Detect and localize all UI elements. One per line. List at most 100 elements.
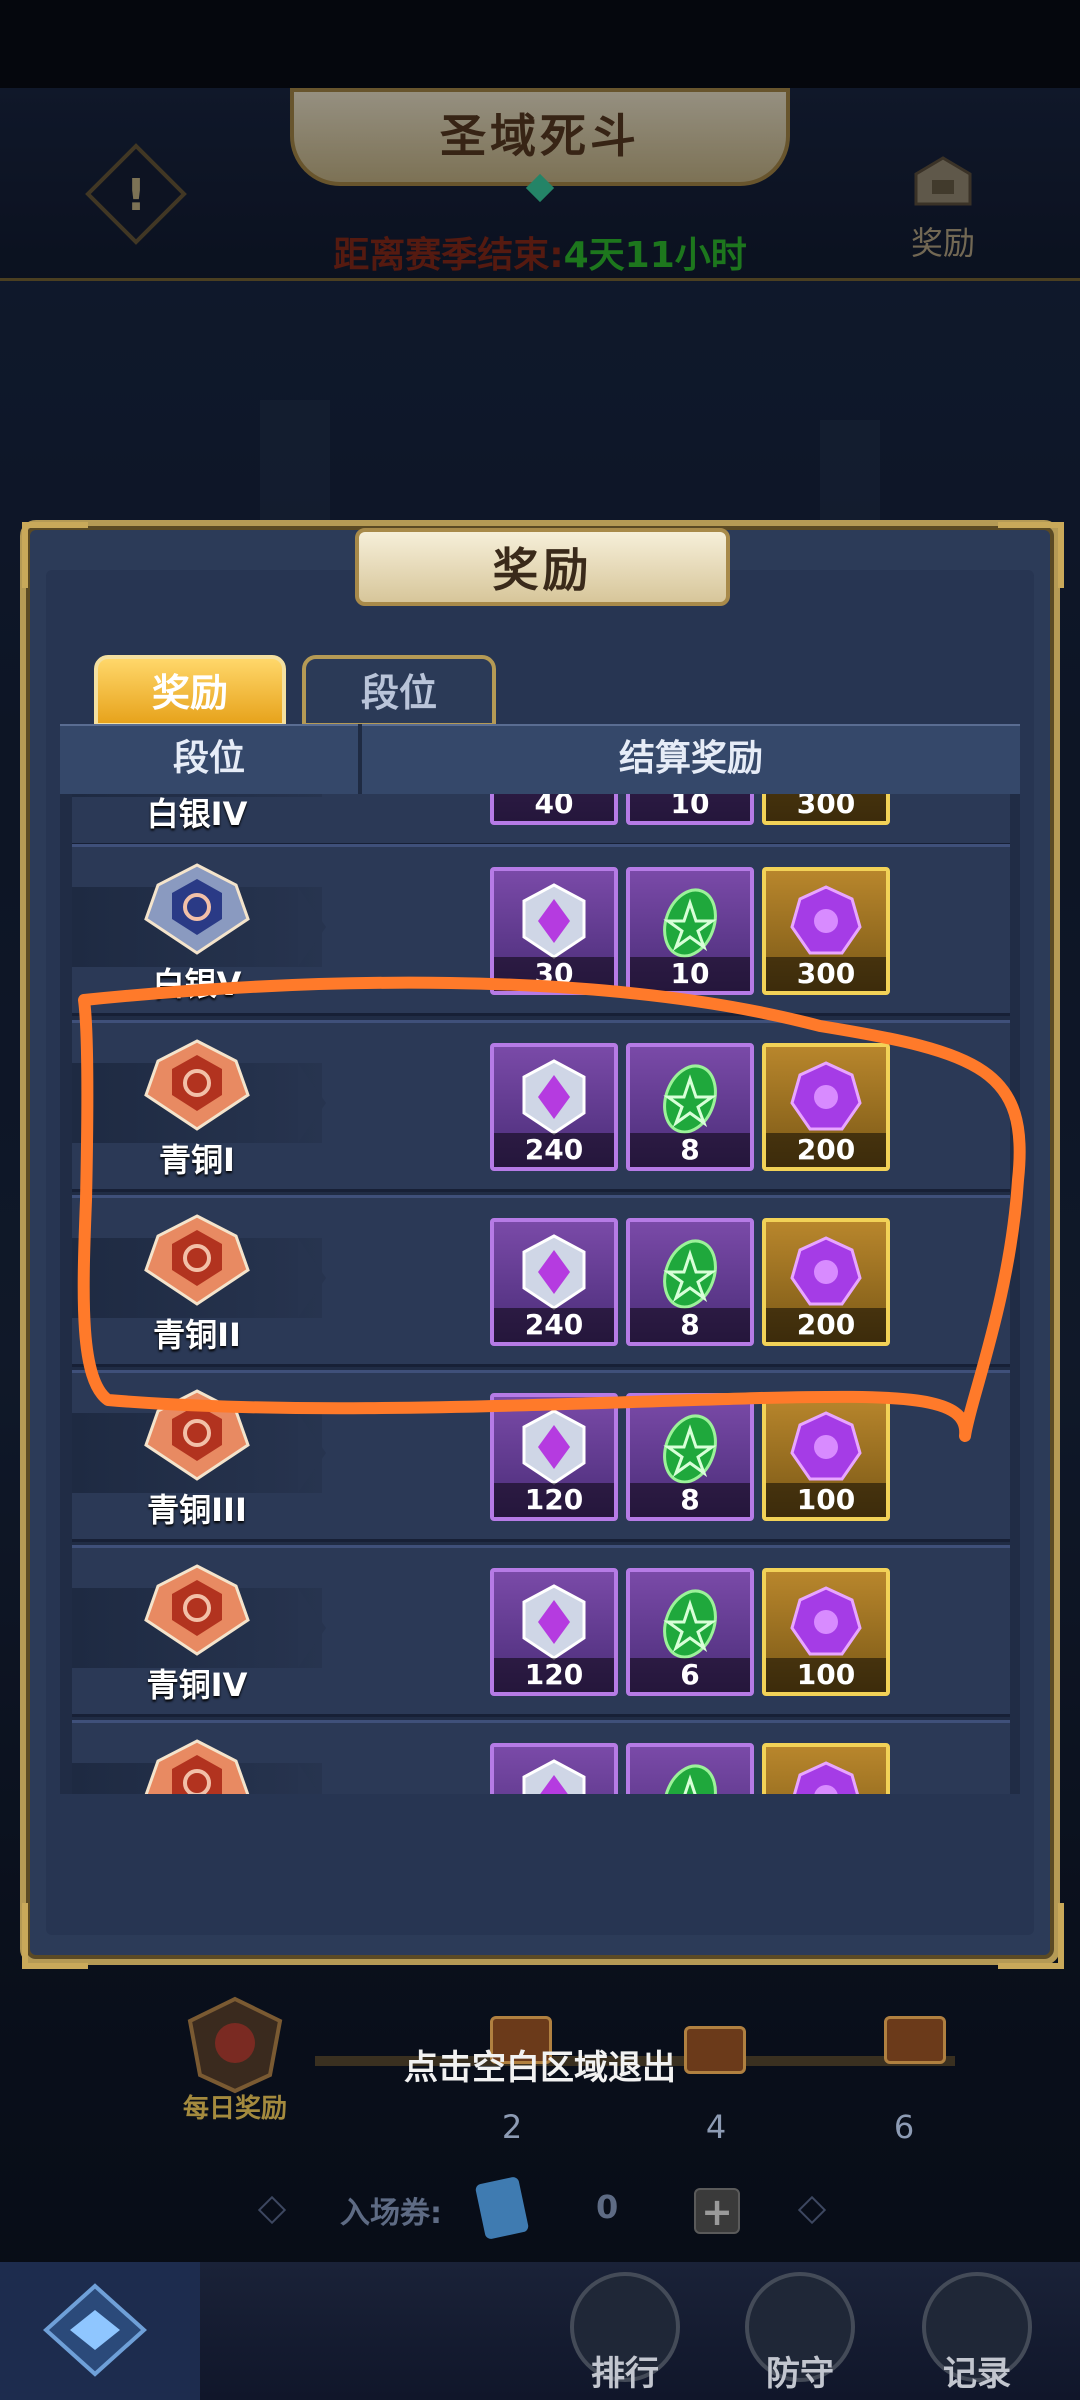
reward-item[interactable]: 8: [626, 1393, 754, 1521]
crest-crystal-icon: [522, 1234, 586, 1310]
milestone-count: 2: [501, 2108, 523, 2146]
corner-ornament: [998, 522, 1064, 588]
milestone-count: 6: [893, 2108, 915, 2146]
reward-item[interactable]: 8: [626, 1043, 754, 1171]
reward-item[interactable]: 6: [626, 1568, 754, 1696]
purple-gem-icon: [793, 1761, 859, 1794]
reward-item[interactable]: 300: [762, 867, 890, 995]
rank-badge-icon: [144, 1214, 250, 1306]
reward-quantity: 240: [494, 1133, 614, 1167]
nav-records-label[interactable]: 记录: [917, 2346, 1037, 2395]
tab-rewards[interactable]: 奖励: [94, 655, 286, 727]
reward-quantity: 200: [766, 1133, 886, 1167]
reward-item[interactable]: [626, 1743, 754, 1794]
ticket-count: 0: [596, 2188, 619, 2226]
exit-hint: 点击空白区域退出: [404, 2048, 676, 2088]
reward-quantity: 100: [766, 1658, 886, 1692]
reward-item[interactable]: 40: [490, 794, 618, 825]
reward-item[interactable]: 30: [490, 867, 618, 995]
reward-quantity: 40: [494, 794, 614, 821]
modal-title: 奖励: [492, 543, 593, 597]
milestone-count: 4: [705, 2108, 727, 2146]
reward-quantity: 10: [630, 794, 750, 821]
reward-quantity: 8: [630, 1308, 750, 1342]
purple-gem-icon: [790, 1061, 862, 1131]
green-rune-icon: [663, 1414, 717, 1484]
green-rune-icon: [663, 1064, 717, 1134]
nav-ranking-label[interactable]: 排行: [565, 2346, 685, 2395]
green-rune-icon: [663, 888, 717, 958]
rank-plate-arrow: [298, 887, 326, 967]
reward-quantity: 120: [494, 1658, 614, 1692]
table-row: 青铜III 120 8 100: [72, 1370, 1010, 1542]
rank-name: 青铜IV: [146, 1666, 248, 1704]
nav-defense-label[interactable]: 防守: [740, 2346, 860, 2395]
reward-quantity: 8: [630, 1133, 750, 1167]
crest-crystal-icon: [522, 1759, 586, 1794]
corner-ornament: [22, 522, 88, 588]
reward-quantity: 30: [494, 957, 614, 991]
crest-crystal-icon: [522, 1059, 586, 1135]
green-rune-icon: [663, 1589, 717, 1659]
reward-item[interactable]: 120: [490, 1568, 618, 1696]
table-row: 青铜IV 120 6 100: [72, 1545, 1010, 1717]
reward-quantity: 10: [630, 957, 750, 991]
reward-item[interactable]: 100: [762, 1393, 890, 1521]
ticket-label: 入场券:: [340, 2196, 442, 2231]
reward-item[interactable]: [490, 1743, 618, 1794]
reward-item[interactable]: 10: [626, 794, 754, 825]
rank-plate-arrow: [298, 1413, 326, 1493]
rank-name: 青铜I: [159, 1141, 235, 1179]
rank-badge-icon: [144, 1389, 250, 1481]
crest-crystal-icon: [522, 1409, 586, 1485]
corner-ornament: [22, 1903, 88, 1969]
reward-quantity: 200: [766, 1308, 886, 1342]
rank-name: 白银IV: [146, 795, 248, 833]
purple-gem-icon: [790, 1411, 862, 1481]
purple-gem-icon: [790, 1586, 862, 1656]
tab-rank[interactable]: 段位: [302, 655, 496, 727]
reward-item[interactable]: 120: [490, 1393, 618, 1521]
add-ticket-button[interactable]: +: [694, 2188, 740, 2234]
rank-badge-icon: [144, 863, 250, 955]
reward-item[interactable]: 240: [490, 1218, 618, 1346]
daily-reward-label[interactable]: 每日奖励: [160, 2088, 310, 2125]
rank-plate-arrow: [298, 1063, 326, 1143]
green-rune-icon: [663, 1239, 717, 1309]
table-row: 白银V 30 10 300: [72, 844, 1010, 1016]
reward-quantity: 8: [630, 1483, 750, 1517]
purple-gem-icon: [790, 885, 862, 955]
reward-quantity: 100: [766, 1483, 886, 1517]
rank-plate-arrow: [298, 1588, 326, 1668]
reward-item[interactable]: 240: [490, 1043, 618, 1171]
rank-badge-icon: [144, 1039, 250, 1131]
reward-item[interactable]: 10: [626, 867, 754, 995]
reward-quantity: 300: [766, 957, 886, 991]
diamond-emblem-icon[interactable]: [40, 2280, 150, 2380]
column-header-rewards: 结算奖励: [618, 738, 763, 779]
reward-quantity: 120: [494, 1483, 614, 1517]
crest-crystal-icon: [522, 1584, 586, 1660]
table-row: 青铜I 240 8 200: [72, 1020, 1010, 1192]
column-header-rank: 段位: [172, 738, 245, 779]
reward-item[interactable]: 200: [762, 1218, 890, 1346]
rank-plate-arrow: [298, 1763, 326, 1794]
rank-name: 青铜III: [147, 1491, 247, 1529]
reward-item[interactable]: 300: [762, 794, 890, 825]
reward-item[interactable]: 8: [626, 1218, 754, 1346]
green-rune-icon: [663, 1764, 717, 1794]
rank-plate-arrow: [298, 794, 326, 797]
reward-item[interactable]: [762, 1743, 890, 1794]
reward-table[interactable]: 白银IV 40 10 300 白银V 30 10 300 青铜I 240 8 200 青铜II 240 8 2…: [60, 794, 1020, 1794]
reward-item[interactable]: 100: [762, 1568, 890, 1696]
reward-item[interactable]: 200: [762, 1043, 890, 1171]
corner-ornament: [998, 1903, 1064, 1969]
rank-plate-arrow: [298, 1238, 326, 1318]
rank-name: 白银V: [152, 965, 242, 1003]
rank-badge-icon: [144, 1564, 250, 1656]
reward-quantity: 300: [766, 794, 886, 821]
table-row: 白银IV 40 10 300: [72, 794, 1010, 846]
rank-badge-icon: [144, 1739, 250, 1794]
reward-quantity: 6: [630, 1658, 750, 1692]
reward-quantity: 240: [494, 1308, 614, 1342]
